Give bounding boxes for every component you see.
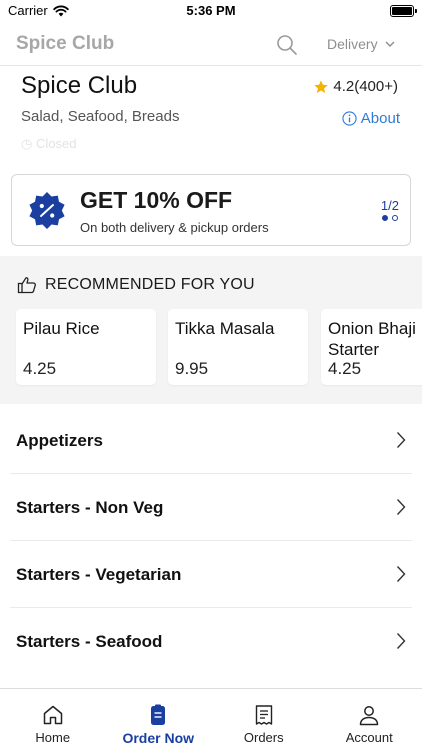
category-label: Appetizers <box>16 431 103 450</box>
chevron-down-icon <box>385 41 395 47</box>
battery-icon <box>390 5 417 17</box>
recommended-item[interactable]: Tikka Masala 9.95 <box>168 309 308 385</box>
status-bar: Carrier 5:36 PM <box>0 0 422 22</box>
tab-label: Order Now <box>122 730 195 746</box>
category-label: Starters - Seafood <box>16 632 163 651</box>
pagination-dot-active[interactable] <box>382 215 388 221</box>
tab-bar: Home Order Now Orders Account <box>0 688 422 750</box>
restaurant-cuisine: Salad, Seafood, Breads <box>21 108 180 125</box>
restaurant-status: ◷ Closed <box>21 136 76 152</box>
chevron-right-icon <box>396 499 406 515</box>
info-icon <box>342 111 357 126</box>
item-name: Pilau Rice <box>23 319 100 338</box>
pagination-dot[interactable] <box>392 215 398 221</box>
nav-title: Spice Club <box>16 33 115 54</box>
tab-account[interactable]: Account <box>317 689 422 750</box>
delivery-label: Delivery <box>327 36 378 52</box>
receipt-icon <box>255 705 272 725</box>
item-name: Onion Bhaji Starter <box>328 319 416 359</box>
category-row[interactable]: Starters - Vegetarian <box>0 541 422 608</box>
chevron-right-icon <box>396 432 406 448</box>
home-icon <box>43 705 62 725</box>
promo-page-indicator: 1/2 <box>380 198 399 213</box>
tab-label: Account <box>345 730 393 745</box>
category-row[interactable]: Appetizers <box>0 407 422 474</box>
category-row[interactable]: Starters - Non Veg <box>0 474 422 541</box>
promo-pagination[interactable] <box>382 215 398 221</box>
promo-subtitle: On both delivery & pickup orders <box>80 220 269 235</box>
account-icon <box>360 706 379 726</box>
promo-card[interactable]: GET 10% OFF On both delivery & pickup or… <box>11 174 411 246</box>
recommended-item[interactable]: Onion Bhaji Starter 4.25 <box>321 309 422 385</box>
item-price: 4.25 <box>328 359 362 378</box>
category-row[interactable]: Starters - Seafood <box>0 608 422 675</box>
recommended-title: RECOMMENDED FOR YOU <box>45 276 255 293</box>
thumbs-up-icon <box>17 277 36 294</box>
discount-badge-icon <box>29 192 65 229</box>
status-time: 5:36 PM <box>186 3 236 18</box>
restaurant-name: Spice Club <box>21 72 138 99</box>
order-icon <box>151 704 166 725</box>
chevron-right-icon <box>396 633 406 649</box>
promo-title: GET 10% OFF <box>80 187 233 213</box>
restaurant-rating: 4.2(400+) <box>313 78 398 95</box>
recommended-item[interactable]: Pilau Rice 4.25 <box>16 309 156 385</box>
navbar: Spice Club Delivery <box>0 26 422 66</box>
tab-home[interactable]: Home <box>0 689 106 750</box>
category-label: Starters - Non Veg <box>16 498 164 517</box>
chevron-right-icon <box>396 566 406 582</box>
delivery-selector[interactable]: Delivery <box>327 36 395 52</box>
tab-label: Orders <box>243 730 284 745</box>
item-price: 4.25 <box>23 359 57 378</box>
category-label: Starters - Vegetarian <box>16 565 182 584</box>
tab-orders[interactable]: Orders <box>211 689 317 750</box>
item-name: Tikka Masala <box>175 319 275 338</box>
clock-icon: ◷ <box>21 136 36 151</box>
tab-label: Home <box>35 730 71 745</box>
about-link[interactable]: About <box>342 110 400 127</box>
rating-value: 4.2(400+) <box>333 78 398 95</box>
star-icon <box>314 79 329 93</box>
tab-order-now[interactable]: Order Now <box>106 689 212 750</box>
status-label: Closed <box>35 136 77 151</box>
about-label: About <box>360 110 400 127</box>
recommended-section: RECOMMENDED FOR YOU Pilau Rice 4.25 Tikk… <box>0 256 422 404</box>
item-price: 9.95 <box>175 359 209 378</box>
recommended-header: RECOMMENDED FOR YOU <box>17 276 255 294</box>
search-icon[interactable] <box>276 34 298 56</box>
